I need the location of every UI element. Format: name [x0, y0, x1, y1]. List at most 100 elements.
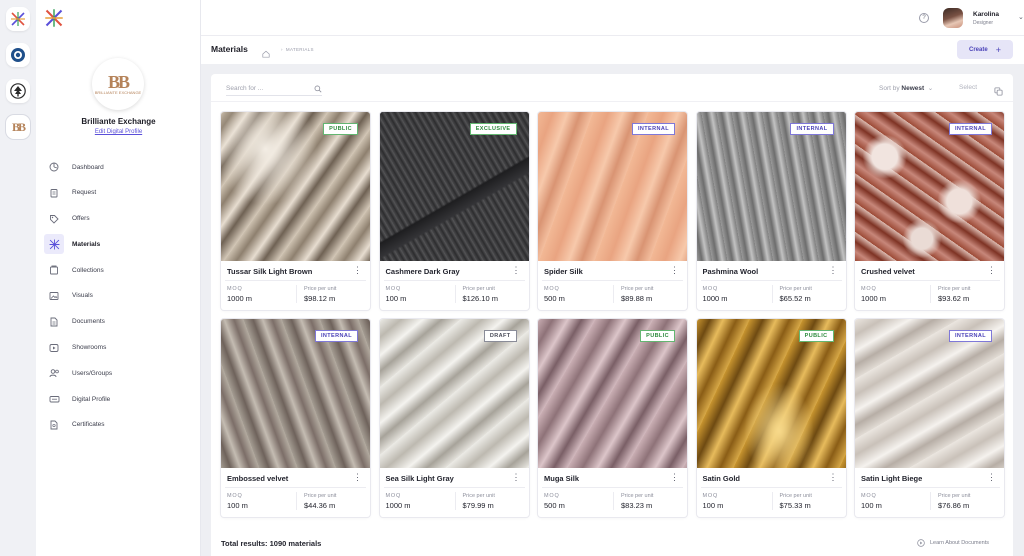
status-badge: INTERNAL — [790, 123, 834, 135]
sidebar-item-collections[interactable]: Collections — [44, 259, 194, 281]
home-icon[interactable] — [262, 45, 270, 63]
sidebar-item-offers[interactable]: Offers — [44, 208, 194, 230]
sort-dropdown[interactable]: Sort by Newest ⌄ — [879, 84, 933, 92]
moq-value: 500 m — [544, 501, 565, 510]
material-card[interactable]: PUBLIC Tussar Silk Light Brown ⋮ MOQ 100… — [221, 112, 370, 310]
sidebar-item-documents[interactable]: Documents — [44, 311, 194, 333]
moq-label: MOQ — [544, 493, 560, 499]
rounded-badge-icon[interactable] — [6, 43, 30, 67]
price-label: Price per unit — [621, 286, 654, 292]
material-card[interactable]: DRAFT Sea Silk Light Gray ⋮ MOQ 1000 m P… — [379, 319, 529, 517]
sidebar-item-certificates[interactable]: Certificates — [44, 414, 194, 436]
materials-icon — [44, 234, 64, 255]
sidebar-item-visuals[interactable]: Visuals — [44, 285, 194, 307]
dashboard-icon — [44, 157, 64, 177]
price-label: Price per unit — [938, 286, 971, 292]
material-card[interactable]: INTERNAL Pashmina Wool ⋮ MOQ 1000 m Pric… — [696, 112, 846, 310]
more-options-icon[interactable]: ⋮ — [670, 473, 679, 482]
sidebar-item-request[interactable]: Request — [44, 182, 194, 204]
material-card[interactable]: INTERNAL Satin Light Biege ⋮ MOQ 100 m P… — [855, 319, 1004, 517]
card-separator — [771, 492, 773, 510]
brand-logo-icon[interactable] — [44, 8, 64, 33]
play-circle-icon — [917, 539, 925, 547]
price-value: $79.99 m — [462, 501, 494, 510]
material-card[interactable]: PUBLIC Muga Silk ⋮ MOQ 500 m Price per u… — [538, 319, 687, 517]
card-divider — [542, 280, 683, 281]
learn-about-documents-link[interactable]: Learn About Documents — [917, 539, 989, 547]
more-options-icon[interactable]: ⋮ — [512, 266, 521, 275]
material-name: Crushed velvet — [861, 267, 915, 276]
material-card[interactable]: INTERNAL Crushed velvet ⋮ MOQ 1000 m Pri… — [855, 112, 1004, 310]
price-value: $65.52 m — [779, 294, 811, 303]
sidebar-item-dashboard[interactable]: Dashboard — [44, 156, 194, 178]
material-card[interactable]: EXCLUSIVE Cashmere Dark Gray ⋮ MOQ 100 m… — [379, 112, 529, 310]
more-options-icon[interactable]: ⋮ — [987, 473, 996, 482]
more-options-icon[interactable]: ⋮ — [512, 473, 521, 482]
price-value: $76.86 m — [938, 501, 970, 510]
more-options-icon[interactable]: ⋮ — [829, 473, 838, 482]
card-divider — [700, 280, 842, 281]
breadcrumb[interactable]: › MATERIALS — [281, 47, 314, 52]
card-separator — [930, 285, 931, 303]
sidebar-item-materials[interactable]: Materials — [44, 233, 194, 255]
materials-panel: Search for ... Sort by Newest ⌄ Select P… — [211, 74, 1013, 556]
certificate-icon — [44, 415, 64, 435]
create-button[interactable]: Create + — [957, 40, 1013, 59]
copy-icon[interactable] — [994, 83, 1003, 101]
avatar[interactable] — [943, 8, 963, 28]
material-name: Tussar Silk Light Brown — [227, 267, 313, 276]
sidebar-item-label: Request — [72, 189, 97, 197]
org-name: Brilliante Exchange — [81, 117, 156, 126]
status-badge: INTERNAL — [314, 330, 358, 342]
toolbar-divider — [211, 101, 1013, 102]
status-badge: DRAFT — [483, 330, 517, 342]
material-card[interactable]: PUBLIC Satin Gold ⋮ MOQ 100 m Price per … — [696, 319, 846, 517]
moq-value: 100 m — [702, 501, 724, 510]
sidebar-item-label: Digital Profile — [72, 395, 111, 403]
card-divider — [225, 487, 366, 488]
material-card[interactable]: INTERNAL Spider Silk ⋮ MOQ 500 m Price p… — [538, 112, 687, 310]
help-icon[interactable]: ? — [919, 13, 929, 23]
bb-logo-icon[interactable]: BB — [6, 115, 30, 139]
sidebar-nav: Dashboard Request Offers Materials Colle… — [44, 156, 194, 440]
chevron-down-icon[interactable]: ⌄ — [1018, 13, 1024, 21]
material-card[interactable]: INTERNAL Embossed velvet ⋮ MOQ 100 m Pri… — [221, 319, 370, 517]
more-options-icon[interactable]: ⋮ — [987, 266, 996, 275]
search-placeholder: Search for ... — [226, 85, 264, 92]
more-options-icon[interactable]: ⋮ — [670, 266, 679, 275]
moq-label: MOQ — [861, 493, 877, 499]
sidebar-item-label: Documents — [72, 318, 105, 326]
price-value: $89.88 m — [621, 294, 653, 303]
brand-x-icon[interactable] — [6, 7, 30, 31]
sidebar-item-label: Materials — [72, 240, 101, 248]
material-name: Pashmina Wool — [702, 267, 759, 276]
select-button[interactable]: Select — [959, 84, 977, 91]
tree-seal-icon[interactable] — [6, 79, 30, 103]
price-label: Price per unit — [462, 493, 495, 499]
sidebar-item-label: Visuals — [72, 292, 93, 300]
card-divider — [383, 487, 525, 488]
more-options-icon[interactable]: ⋮ — [829, 266, 838, 275]
price-value: $98.12 m — [304, 294, 336, 303]
more-options-icon[interactable]: ⋮ — [353, 473, 362, 482]
more-options-icon[interactable]: ⋮ — [353, 266, 362, 275]
moq-value: 100 m — [227, 501, 248, 510]
top-bar: ? Karolina Designer ⌄ — [201, 0, 1024, 36]
card-separator — [454, 285, 456, 303]
edit-digital-profile-link[interactable]: Edit Digital Profile — [36, 129, 201, 135]
sidebar-item-users-groups[interactable]: Users/Groups — [44, 362, 194, 384]
moq-value: 100 m — [385, 294, 407, 303]
sidebar-item-digital-profile[interactable]: Digital Profile — [44, 388, 194, 410]
price-value: $75.33 m — [779, 501, 811, 510]
total-results: Total results: 1090 materials — [221, 539, 322, 548]
price-label: Price per unit — [304, 493, 337, 499]
search-input[interactable]: Search for ... — [226, 82, 322, 96]
sidebar-item-showrooms[interactable]: Showrooms — [44, 337, 194, 359]
price-label: Price per unit — [621, 493, 654, 499]
card-separator — [771, 285, 773, 303]
moq-value: 1000 m — [227, 294, 253, 303]
materials-grid: PUBLIC Tussar Silk Light Brown ⋮ MOQ 100… — [221, 112, 1004, 517]
price-value: $93.62 m — [938, 294, 970, 303]
sidebar-item-label: Users/Groups — [72, 369, 113, 377]
user-role: Designer — [973, 20, 994, 26]
